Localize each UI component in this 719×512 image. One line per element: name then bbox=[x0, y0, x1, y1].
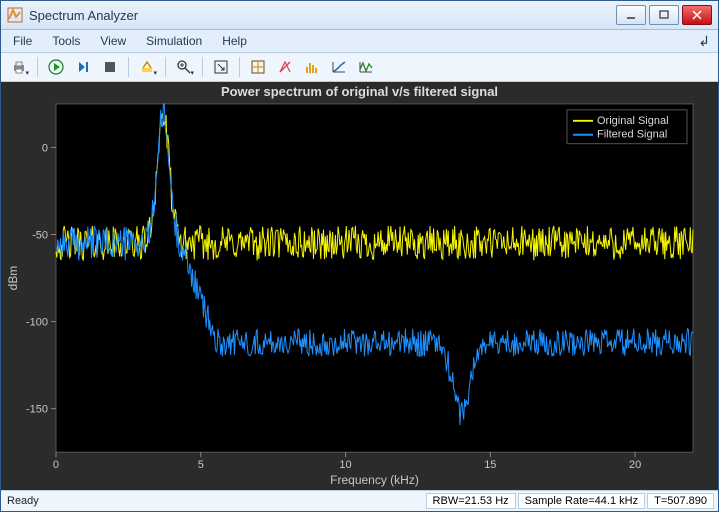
menu-tools[interactable]: Tools bbox=[44, 32, 88, 50]
statusbar: Ready RBW=21.53 Hz Sample Rate=44.1 kHz … bbox=[1, 490, 718, 511]
zoom-button[interactable]: ▾ bbox=[172, 55, 196, 79]
menu-simulation[interactable]: Simulation bbox=[138, 32, 210, 50]
svg-text:0: 0 bbox=[42, 142, 48, 154]
window-title: Spectrum Analyzer bbox=[29, 8, 616, 23]
minimize-button[interactable] bbox=[616, 5, 646, 25]
x-axis-label: Frequency (kHz) bbox=[330, 473, 419, 487]
step-forward-button[interactable] bbox=[71, 55, 95, 79]
svg-text:15: 15 bbox=[484, 459, 496, 471]
status-rbw: RBW=21.53 Hz bbox=[426, 493, 516, 509]
titlebar: Spectrum Analyzer bbox=[1, 1, 718, 30]
status-ready: Ready bbox=[5, 495, 424, 507]
svg-text:-150: -150 bbox=[26, 404, 48, 416]
print-button[interactable]: ▾ bbox=[7, 55, 31, 79]
svg-text:Filtered Signal: Filtered Signal bbox=[597, 129, 667, 141]
spectrogram-button[interactable] bbox=[354, 55, 378, 79]
autoscale-button[interactable] bbox=[209, 55, 233, 79]
svg-text:-50: -50 bbox=[32, 230, 48, 242]
window-controls bbox=[616, 5, 712, 25]
toolbar: ▾ ▾ ▾ bbox=[1, 53, 718, 82]
window: Spectrum Analyzer File Tools View Simula… bbox=[0, 0, 719, 512]
svg-text:20: 20 bbox=[629, 459, 641, 471]
status-time: T=507.890 bbox=[647, 493, 714, 509]
svg-text:5: 5 bbox=[198, 459, 204, 471]
measurements-button[interactable] bbox=[246, 55, 270, 79]
svg-text:Original Signal: Original Signal bbox=[597, 115, 669, 127]
highlight-button[interactable]: ▾ bbox=[135, 55, 159, 79]
run-button[interactable] bbox=[44, 55, 68, 79]
svg-text:0: 0 bbox=[53, 459, 59, 471]
menubar-expand-icon[interactable]: ↲ bbox=[698, 33, 710, 50]
plot-area[interactable]: Power spectrum of original v/s filtered … bbox=[1, 82, 718, 490]
close-button[interactable] bbox=[682, 5, 712, 25]
maximize-button[interactable] bbox=[649, 5, 679, 25]
svg-text:-100: -100 bbox=[26, 317, 48, 329]
client-area: Power spectrum of original v/s filtered … bbox=[1, 82, 718, 490]
chart-title: Power spectrum of original v/s filtered … bbox=[221, 84, 498, 99]
menu-help[interactable]: Help bbox=[214, 32, 255, 50]
spectrum-button[interactable] bbox=[300, 55, 324, 79]
y-axis-label: dBm bbox=[6, 266, 20, 291]
svg-text:10: 10 bbox=[339, 459, 351, 471]
ccdf-button[interactable] bbox=[327, 55, 351, 79]
marker-button[interactable] bbox=[273, 55, 297, 79]
menu-view[interactable]: View bbox=[92, 32, 134, 50]
plot-canvas: Power spectrum of original v/s filtered … bbox=[1, 82, 718, 490]
app-icon bbox=[7, 7, 23, 23]
stop-button[interactable] bbox=[98, 55, 122, 79]
status-sample-rate: Sample Rate=44.1 kHz bbox=[518, 493, 645, 509]
menu-file[interactable]: File bbox=[5, 32, 40, 50]
menubar: File Tools View Simulation Help ↲ bbox=[1, 30, 718, 53]
